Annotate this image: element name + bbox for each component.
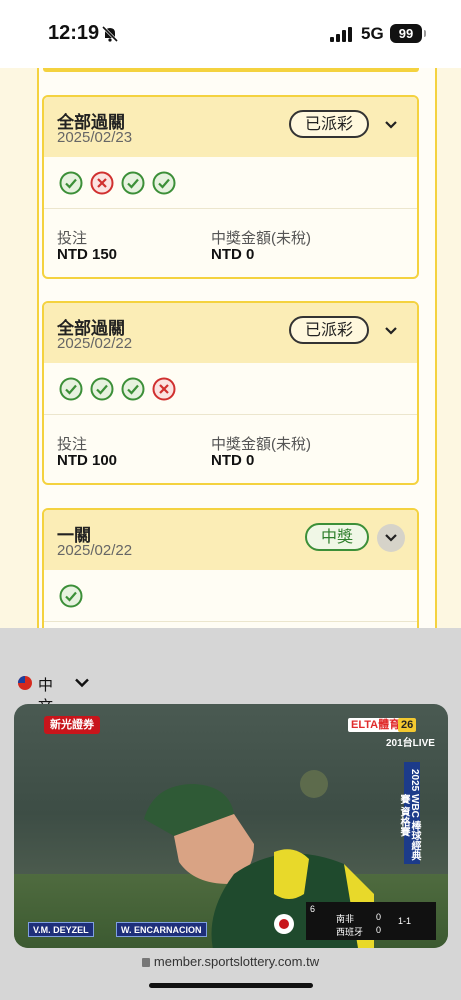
bet-card[interactable]: 一關 2025/02/22 中獎 [42, 508, 419, 628]
team1-name: 南非 [336, 914, 355, 924]
stake-value: NTD 100 [57, 452, 118, 469]
cross-circle-icon [90, 171, 114, 195]
check-circle-icon [121, 171, 145, 195]
bet-card-header[interactable]: 全部過關 2025/02/22 已派彩 [44, 303, 417, 363]
stake-summary: 投注 NTD 150 中獎金額(未稅) NTD 0 [44, 209, 417, 275]
prize-value: NTD 0 [211, 246, 255, 263]
tournament-banner: 2025 WBC 棒球經典賽 資格賽 [398, 762, 420, 864]
cross-circle-icon [152, 377, 176, 401]
bet-date: 2025/02/22 [57, 335, 133, 352]
check-circle-icon [59, 584, 83, 608]
expand-button[interactable] [377, 317, 405, 345]
check-circle-icon [59, 377, 83, 401]
prize-label: 中獎金額(未稅) [211, 230, 311, 247]
pick-results [44, 157, 417, 209]
url-text: member.sportslottery.com.tw [153, 954, 320, 969]
pick-results [44, 363, 417, 415]
status-badge: 中獎 [304, 523, 369, 551]
cellular-signal-icon [330, 27, 352, 42]
batter-name: W. ENCARNACION [116, 922, 207, 937]
bet-history-page: 全部過關 2025/02/23 已派彩 投注 NTD 150 中獎金額(未稅) … [0, 68, 461, 628]
stake-label: 投注 [57, 436, 88, 453]
taiwan-flag-icon [18, 676, 32, 690]
chevron-down-icon [385, 534, 397, 542]
expand-button[interactable] [377, 524, 405, 552]
browser-url-bar[interactable]: member.sportslottery.com.tw [0, 954, 461, 969]
chevron-down-icon [75, 678, 89, 688]
status-badge: 已派彩 [288, 316, 369, 344]
check-circle-icon [59, 171, 83, 195]
battery-icon: 99 [390, 24, 426, 43]
check-circle-icon [121, 377, 145, 401]
status-bar: 12:19 5G 99 [0, 0, 461, 68]
expand-button[interactable] [377, 111, 405, 139]
live-indicator: 201台LIVE [386, 738, 435, 749]
prize-value: NTD 0 [211, 452, 255, 469]
bell-muted-icon [101, 25, 119, 43]
clock: 12:19 [48, 22, 100, 44]
team2-name: 西班牙 [336, 927, 364, 937]
previous-card-edge [43, 68, 419, 72]
sponsor-logo: 新光證券 [44, 716, 100, 734]
stake-summary: 投注 NTD 100 中獎金額(未稅) NTD 0 [44, 415, 417, 481]
pick-results [44, 570, 417, 622]
stake-value: NTD 150 [57, 246, 118, 263]
scoreboard: 6 南非 0 西班牙 0 1-1 [306, 902, 436, 940]
chevron-down-icon [385, 121, 397, 129]
network-type: 5G [361, 24, 384, 43]
team2-score: 0 [376, 925, 382, 935]
bet-card-header[interactable]: 全部過關 2025/02/23 已派彩 [44, 97, 417, 157]
stake-label: 投注 [57, 230, 88, 247]
bet-card-header[interactable]: 一關 2025/02/22 中獎 [44, 510, 417, 570]
channel-number: 26 [398, 718, 417, 732]
home-indicator[interactable] [149, 983, 313, 988]
prize-label: 中獎金額(未稅) [211, 436, 311, 453]
inning: 6 [310, 904, 316, 914]
pitcher-name: V.M. DEYZEL [28, 922, 94, 937]
live-video-player[interactable]: 新光證券 ELTA體育 26 201台LIVE 2025 WBC 棒球經典賽 資… [14, 704, 448, 948]
bet-card[interactable]: 全部過關 2025/02/23 已派彩 投注 NTD 150 中獎金額(未稅) … [42, 95, 419, 279]
bet-date: 2025/02/23 [57, 129, 133, 146]
lock-icon [141, 958, 150, 967]
check-circle-icon [152, 171, 176, 195]
bet-card[interactable]: 全部過關 2025/02/22 已派彩 投注 NTD 100 中獎金額(未稅) … [42, 301, 419, 485]
bet-date: 2025/02/22 [57, 542, 133, 559]
team1-score: 0 [376, 912, 382, 922]
chevron-down-icon [385, 327, 397, 335]
check-circle-icon [90, 377, 114, 401]
network-logo: ELTA體育 [348, 718, 404, 732]
ball-strike-count: 1-1 [398, 916, 412, 926]
status-badge: 已派彩 [288, 110, 369, 138]
